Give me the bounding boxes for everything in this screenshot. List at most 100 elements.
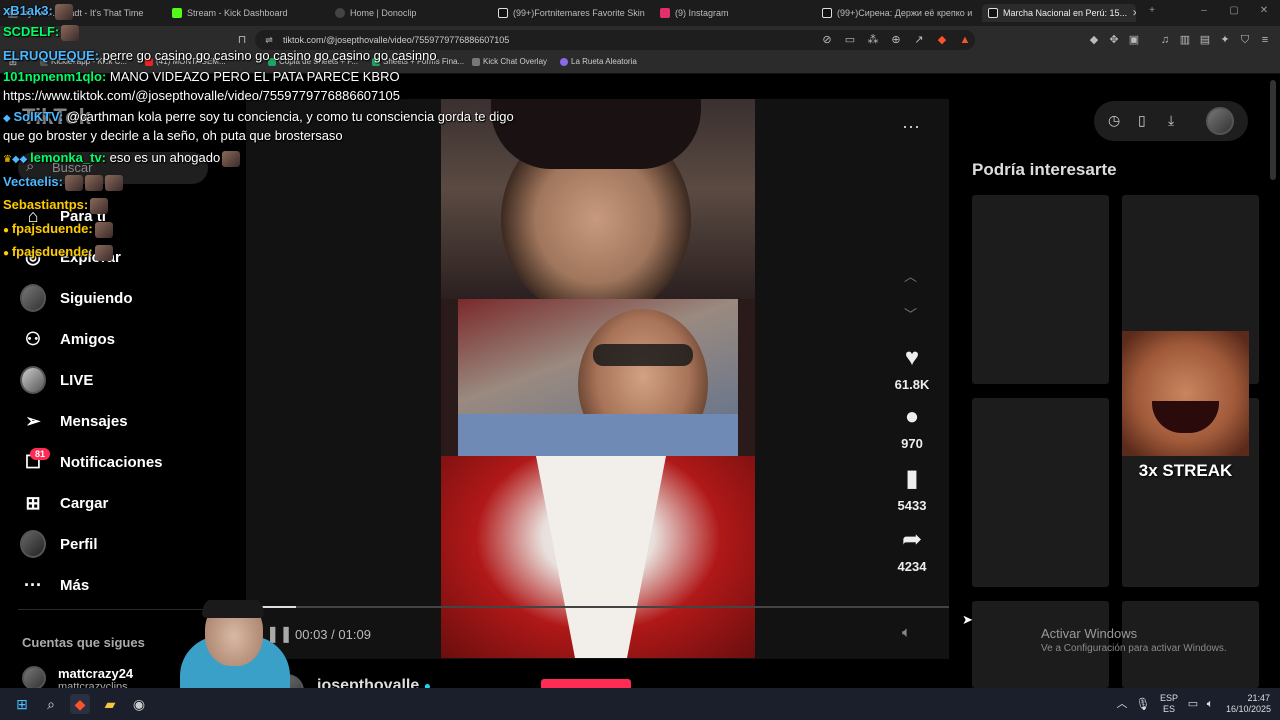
chat-message: ELRUQUEQUE: perre go casino go casino go… (3, 48, 437, 63)
instagram-favicon (660, 8, 670, 18)
obs-icon[interactable]: ◉ (129, 694, 149, 714)
nav-mensajes[interactable]: ➢ Mensajes (20, 406, 127, 436)
nav-label: Notificaciones (60, 453, 163, 471)
tab-favicon (335, 8, 345, 18)
like-button[interactable]: ♥ 61.8K (893, 343, 931, 392)
maximize-icon[interactable]: ▢ (1227, 5, 1241, 19)
heart-icon: ♥ (904, 344, 920, 371)
chat-username: SCDELF: (3, 24, 60, 39)
bookmark-icon: ▮ (905, 465, 919, 492)
nav-live[interactable]: LIVE (20, 365, 93, 395)
tray-chevron-icon[interactable]: ︿ (1112, 694, 1132, 714)
minimize-icon[interactable]: – (1197, 5, 1211, 19)
new-tab-icon[interactable]: + (1145, 5, 1159, 19)
live-icon (20, 366, 46, 394)
chat-text: perre go casino go casino go casino go c… (99, 48, 437, 63)
emote-icon (54, 3, 73, 20)
music-icon[interactable]: ♫ (1158, 33, 1172, 47)
download-icon[interactable]: ⤓ (1168, 112, 1174, 129)
tab-label: Marcha Nacional en Perú: 15... (1003, 8, 1128, 18)
chevron-up-icon[interactable]: ︿ (904, 266, 917, 285)
volume-icon[interactable]: 🔈︎ (902, 624, 911, 641)
scrollbar[interactable] (1270, 80, 1276, 180)
chat-text: que go broster y decirle a la seño, oh p… (3, 128, 343, 143)
search-taskbar-icon[interactable]: ⌕ (41, 694, 61, 714)
close-window-icon[interactable]: ✕ (1257, 5, 1271, 19)
tab-2[interactable]: Stream - Kick Dashboard (172, 4, 322, 22)
sidepanel-icon[interactable]: ▣ (1127, 33, 1141, 47)
chevron-down-icon[interactable]: ﹀ (904, 304, 917, 323)
brave-browser-icon[interactable]: ◆ (70, 694, 90, 714)
share-icon[interactable]: ↗ (912, 33, 926, 47)
video-frame[interactable] (441, 99, 755, 658)
tab-active[interactable]: Marcha Nacional en Perú: 15... ✕ (982, 4, 1136, 22)
windows-start-icon[interactable]: ⊞ (12, 694, 32, 714)
nav-mas[interactable]: ··· Más (20, 570, 89, 600)
following-name: mattcrazy24 (58, 666, 134, 681)
wallet-icon[interactable]: ▤ (1198, 33, 1212, 47)
ai-icon[interactable]: ✦ (1218, 33, 1232, 47)
progress-bar[interactable] (262, 606, 949, 608)
tab-5[interactable]: (9) Instagram (660, 4, 810, 22)
coin-icon[interactable]: ◷ (1108, 112, 1120, 129)
brave-shield-icon[interactable]: ◆ (935, 33, 949, 47)
recommended-thumb[interactable] (972, 195, 1109, 384)
save-button[interactable]: ▮ 5433 (893, 464, 931, 513)
tab-label: Home | Donoclip (350, 8, 417, 18)
bookmark-icon[interactable]: ⊓ (235, 33, 249, 47)
sidebar-icon[interactable]: ▥ (1178, 33, 1192, 47)
clock[interactable]: 21:47 16/10/2025 (1226, 693, 1271, 715)
chat-message: ◆ SolKTV: @carthman kola perre soy tu co… (3, 109, 514, 124)
emote-icon (222, 150, 241, 167)
tab-6[interactable]: (99+)Сирена: Держи её крепко и н... (822, 4, 972, 22)
chat-text: https://www.tiktok.com/@josepthovalle/vi… (3, 88, 400, 103)
tab-3[interactable]: Home | Donoclip (335, 4, 485, 22)
close-tab-icon[interactable]: ✕ (1132, 8, 1136, 19)
brave-rewards-icon[interactable]: ▲ (958, 33, 972, 47)
bookmark-kick-chat[interactable]: Kick Chat Overlay (472, 57, 547, 66)
media-off-icon[interactable]: ⊘ (820, 33, 834, 47)
badge-icon: ● (3, 248, 12, 259)
avatar (20, 284, 46, 312)
avatar-icon (20, 284, 46, 312)
chat-text: eso es un ahogado (106, 150, 221, 165)
nav-label: Perfil (60, 535, 98, 553)
translate-icon[interactable]: ⁂ (866, 33, 880, 47)
nav-amigos[interactable]: ⚇ Amigos (20, 324, 115, 354)
profile-avatar[interactable] (1206, 107, 1234, 135)
vpn-icon[interactable]: ⛉ (1238, 33, 1252, 47)
activation-title: Activar Windows (1041, 626, 1138, 641)
chat-username: Vectaelis: (3, 174, 63, 189)
recommended-thumb[interactable] (972, 398, 1109, 587)
site-info-icon[interactable]: ⇌ (262, 33, 276, 47)
file-explorer-icon[interactable]: ▰ (100, 694, 120, 714)
emote-icon (61, 24, 80, 41)
nav-siguiendo[interactable]: Siguiendo (20, 283, 133, 313)
comment-icon: ● (904, 403, 920, 430)
extension-icon[interactable]: ◆ (1087, 33, 1101, 47)
zoom-icon[interactable]: ⊕ (889, 33, 903, 47)
menu-icon[interactable]: ≡ (1258, 33, 1272, 47)
chat-message: que go broster y decirle a la seño, oh p… (3, 128, 343, 143)
bookmark-ruleta[interactable]: La Rueta Aleatoria (560, 57, 637, 66)
nav-perfil[interactable]: Perfil (20, 529, 98, 559)
chat-username: fpajsduende: (11, 244, 93, 259)
nav-label: Siguiendo (60, 289, 133, 307)
tab-4[interactable]: (99+)Fortnitemares Favorite Skin Re... (498, 4, 648, 22)
hair-shape (491, 99, 701, 169)
share-button[interactable]: ➦ 4234 (893, 525, 931, 574)
microphone-icon[interactable]: 🎙︎ (1133, 694, 1153, 714)
puzzle-icon[interactable]: ✥ (1107, 33, 1121, 47)
streak-emote-image (1122, 331, 1249, 456)
comment-button[interactable]: ● 970 (893, 402, 931, 451)
url-text: tiktok.com/@josepthovalle/video/75597797… (283, 35, 510, 45)
avatar (20, 366, 46, 394)
volume-tray-icon[interactable]: 🔈︎ (1200, 694, 1220, 714)
profile-icon (20, 530, 46, 558)
nav-cargar[interactable]: ⊞ Cargar (20, 488, 108, 518)
more-options-icon[interactable]: ··· (902, 116, 920, 137)
screen-icon[interactable]: ▭ (843, 33, 857, 47)
language-indicator[interactable]: ESP ES (1160, 693, 1178, 715)
share-arrow-icon: ➦ (901, 526, 923, 553)
phone-icon[interactable]: ▯ (1138, 112, 1146, 129)
